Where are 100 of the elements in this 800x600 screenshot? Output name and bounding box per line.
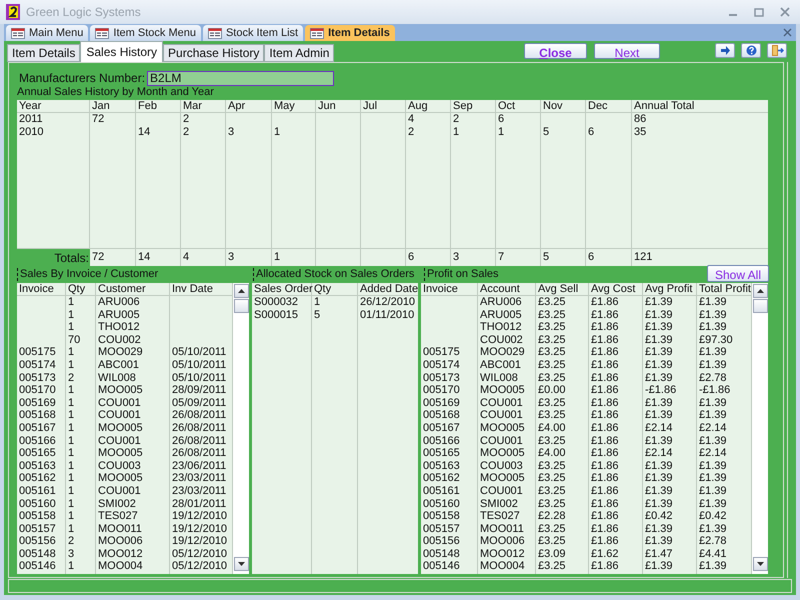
table-cell-text: £1.39 [698, 472, 728, 485]
table-cell-text: £3.25 [537, 321, 567, 334]
down-arrow-icon [756, 562, 764, 566]
tab[interactable]: Item Admin [264, 44, 334, 62]
table-cell-text: 05/12/2010 [171, 560, 228, 574]
table-cell-text: 05/12/2010 [171, 548, 228, 560]
form-icon [95, 28, 110, 38]
table-cell-text: £1.39 [644, 535, 674, 548]
column-header: Added Date [358, 283, 418, 296]
table-cell-text: 005175 [422, 346, 461, 359]
table-cell-text: COU003 [97, 460, 142, 472]
table-cell-text: THO012 [479, 321, 523, 334]
scroll-thumb[interactable] [234, 299, 248, 313]
table-cell-text: £1.39 [644, 296, 674, 309]
scroll-up-button[interactable] [752, 284, 768, 298]
table-cell-text: 005165 [18, 447, 57, 460]
table-cell-text: 005146 [422, 560, 461, 574]
table-cell-text: 5 [313, 308, 322, 322]
column-header: Invoice [421, 283, 477, 296]
action-button[interactable]: Close [524, 43, 587, 59]
tab[interactable]: Sales History [80, 41, 164, 62]
manufacturers-number-field[interactable]: B2LM [147, 70, 334, 86]
table-cell-text: COU002 [479, 334, 524, 346]
document-tab[interactable]: Main Menu [6, 25, 88, 41]
up-arrow-icon [756, 289, 764, 293]
tab[interactable]: Purchase History [163, 44, 264, 62]
table-cell-text: £3.25 [537, 372, 567, 384]
scroll-down-button[interactable] [234, 557, 248, 571]
table-cell-text: £1.47 [644, 548, 674, 560]
table-cell-text: £1.39 [644, 434, 674, 448]
scrollbar[interactable] [752, 283, 768, 574]
table-cell-text: £3.25 [537, 560, 567, 574]
table-cell-text: £1.86 [590, 358, 620, 372]
table-cell-text: 005156 [422, 535, 461, 548]
table-cell-text: 005174 [18, 358, 57, 372]
column-header: Inv Date [170, 283, 232, 296]
table-cell-text: 19/12/2010 [171, 522, 228, 536]
column-header: Account [478, 283, 535, 296]
help-button[interactable] [741, 43, 761, 58]
table-cell-text: £3.25 [537, 334, 567, 346]
table-cell-text: 23/03/2011 [171, 484, 228, 498]
document-tab[interactable]: Stock Item List [202, 25, 304, 41]
action-button[interactable]: Next [594, 43, 660, 59]
table-cell-text: 1 [67, 484, 76, 498]
table-cell-text: 005169 [422, 396, 461, 410]
section-title: Sales By Invoice / Customer [17, 268, 158, 281]
document-tab[interactable]: Item Stock Menu [90, 25, 201, 41]
scroll-up-button[interactable] [234, 284, 248, 298]
table-cell-text: 86 [633, 113, 648, 126]
table-cell-text: MOO004 [97, 560, 144, 574]
table-cell-text: £1.86 [590, 447, 620, 460]
column-header: Sales Order [252, 283, 311, 296]
scroll-thumb[interactable] [752, 299, 768, 313]
table-cell-text: ARU006 [479, 296, 523, 309]
table-cell-text: £1.39 [644, 358, 674, 372]
table-cell-text: 005148 [422, 548, 461, 560]
table-cell-text: 005158 [422, 510, 461, 523]
table-cell-text: MOO029 [97, 346, 144, 359]
table-cell-text: COU001 [479, 396, 524, 410]
tab[interactable]: Item Details [7, 44, 80, 62]
table-cell-text: 005168 [18, 409, 57, 422]
table-cell-text: £1.39 [698, 484, 728, 498]
table-cell-text: £1.39 [698, 522, 728, 536]
table-cell-text: 005161 [422, 484, 461, 498]
arrow-button[interactable] [715, 43, 735, 58]
table-cell-text: WIL008 [479, 372, 519, 384]
table-cell-text: £2.14 [644, 422, 674, 435]
table-cell-text: 26/08/2011 [171, 422, 228, 435]
column-header: Year [17, 100, 89, 113]
table-cell-text: MOO012 [97, 548, 144, 560]
table-cell-text: 2 [452, 113, 460, 126]
show-all-button[interactable]: Show All [707, 265, 769, 282]
table-cell-text: £0.42 [698, 510, 728, 523]
table-cell-text: 5 [542, 126, 550, 138]
maximize-icon[interactable] [754, 7, 764, 17]
table-cell-text: 19/12/2010 [171, 510, 228, 523]
table-cell-text: 005173 [18, 372, 57, 384]
table-cell-text: 2 [67, 535, 76, 548]
table-cell-text: 005167 [422, 422, 461, 435]
close-icon[interactable] [783, 28, 792, 37]
table-cell-text: £2.78 [698, 372, 728, 384]
table-cell-text: 2011 [18, 113, 44, 126]
scrollbar[interactable] [233, 283, 249, 574]
table-cell-text: 005160 [422, 498, 461, 510]
table-cell-text: ARU005 [97, 308, 141, 322]
table-cell-text: 005157 [18, 522, 57, 536]
document-tab[interactable]: Item Details [305, 25, 395, 41]
close-icon[interactable] [780, 7, 790, 17]
table-cell-text: 005162 [422, 472, 461, 485]
table-cell-text: 05/10/2011 [171, 358, 228, 372]
scroll-down-button[interactable] [752, 557, 768, 571]
exit-button[interactable] [767, 43, 787, 58]
table-cell-text: £3.25 [537, 346, 567, 359]
table-cell-text: £1.39 [644, 522, 674, 536]
total-cell: 14 [136, 249, 181, 266]
table-cell-text: £1.39 [698, 358, 728, 372]
table-cell-text: 005157 [422, 522, 461, 536]
table-cell-text: ARU005 [479, 308, 523, 322]
table-cell-text: £1.62 [590, 548, 620, 560]
table-cell-text: £3.25 [537, 296, 567, 309]
